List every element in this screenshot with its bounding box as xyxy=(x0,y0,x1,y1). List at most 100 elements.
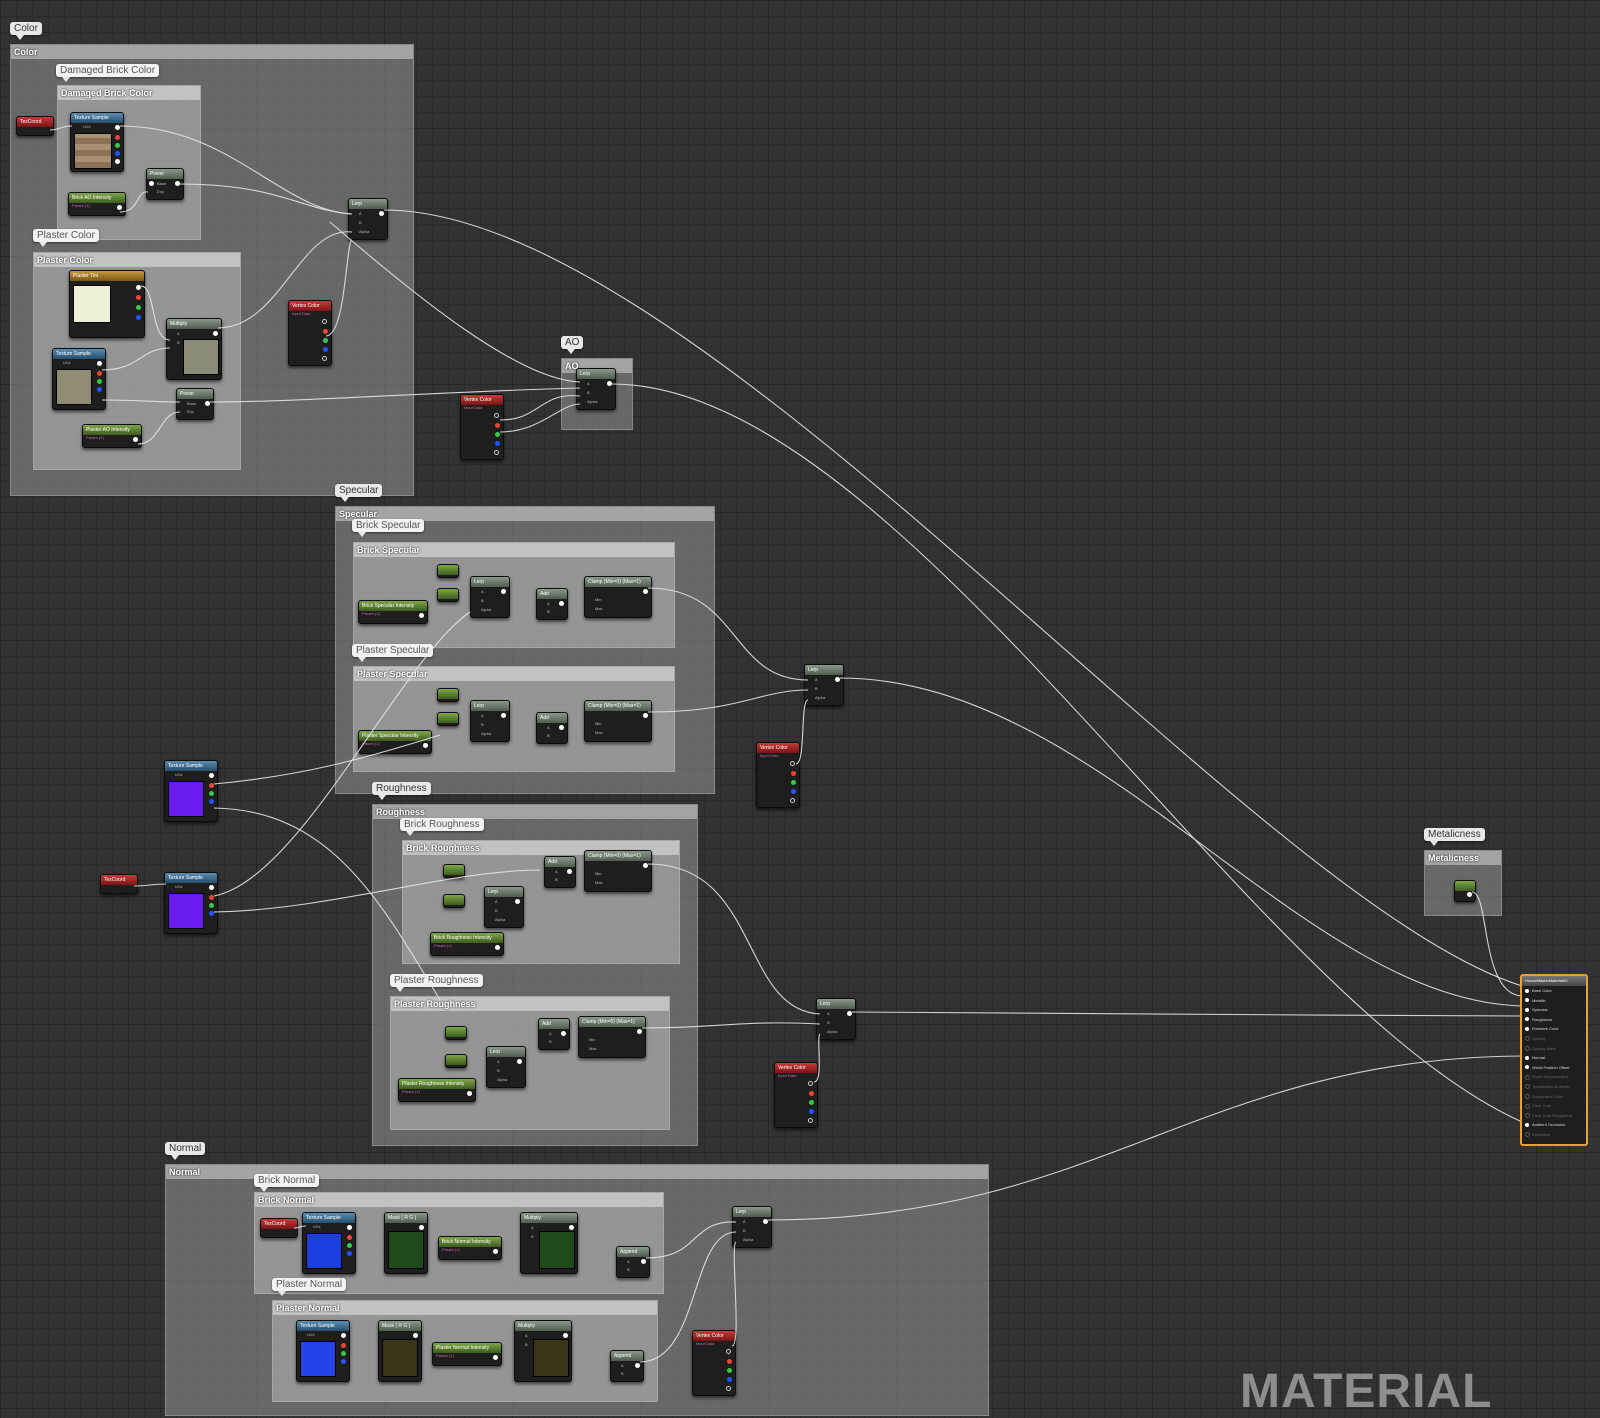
lerp-node-brick-roughness[interactable]: Lerp A B Alpha xyxy=(484,886,524,928)
output-pin-b[interactable] xyxy=(323,347,328,352)
output-pin[interactable] xyxy=(494,413,499,418)
plaster-specular-intensity-param[interactable]: Plaster Specular Intensity Param (1) xyxy=(358,730,432,754)
output-pin-b[interactable] xyxy=(347,1251,352,1256)
output-pin[interactable] xyxy=(517,1059,522,1064)
output-pin-a[interactable] xyxy=(790,798,795,803)
output-pin-g[interactable] xyxy=(115,143,120,148)
clamp-node-brick-roughness[interactable]: Clamp (Min=0) (Max=1) Min Max xyxy=(584,850,652,892)
output-pin-r[interactable] xyxy=(791,771,796,776)
lerp-node-plaster-specular[interactable]: Lerp A B Alpha xyxy=(470,700,510,742)
output-pin[interactable] xyxy=(341,1333,346,1338)
output-pin-b[interactable] xyxy=(115,151,120,156)
output-pin[interactable] xyxy=(569,1225,574,1230)
output-pin[interactable] xyxy=(495,945,500,950)
output-pin-b[interactable] xyxy=(495,441,500,446)
output-pin[interactable] xyxy=(643,589,648,594)
output-pin[interactable] xyxy=(205,401,210,406)
output-pin-refraction[interactable]: Refraction xyxy=(1522,1130,1586,1140)
output-pin[interactable] xyxy=(847,1011,852,1016)
output-pin[interactable] xyxy=(643,863,648,868)
output-pin[interactable] xyxy=(559,601,564,606)
material-graph-canvas[interactable]: Color Color Damaged Brick Color Damaged … xyxy=(0,0,1600,1418)
output-pin-opacity[interactable]: Opacity xyxy=(1522,1034,1586,1044)
texture-sample-node-brick-normal[interactable]: Texture Sample UVs xyxy=(302,1212,356,1274)
output-pin[interactable] xyxy=(501,589,506,594)
add-node-plaster-roughness[interactable]: Add A B xyxy=(538,1018,570,1050)
output-pin[interactable] xyxy=(561,1031,566,1036)
output-pin[interactable] xyxy=(379,211,384,216)
append-node-brick-normal[interactable]: Append A B xyxy=(616,1246,650,1278)
texcoord-node[interactable]: TexCoord xyxy=(16,116,54,136)
plaster-normal-intensity-param[interactable]: Plaster Normal Intensity Param (1) xyxy=(432,1342,502,1366)
output-pin-g[interactable] xyxy=(323,338,328,343)
output-pin-a[interactable] xyxy=(808,1118,813,1123)
vertex-color-node-ao[interactable]: Vertex Color Input Data xyxy=(460,394,504,460)
output-pin-a[interactable] xyxy=(115,159,120,164)
output-pin[interactable] xyxy=(423,743,428,748)
output-pin[interactable] xyxy=(97,361,102,366)
lerp-node-color[interactable]: Lerp A B Alpha xyxy=(348,198,388,240)
add-node-plaster-specular[interactable]: Add A B xyxy=(536,712,568,744)
output-pin[interactable] xyxy=(175,181,180,186)
output-pin-clear-coat[interactable]: Clear Coat xyxy=(1522,1101,1586,1111)
texcoord-node-normal[interactable]: TexCoord xyxy=(260,1218,298,1238)
output-pin[interactable] xyxy=(117,205,122,210)
mask-node-plaster-normal[interactable]: Mask ( R G ) xyxy=(378,1320,422,1382)
output-pin-r[interactable] xyxy=(209,783,214,788)
output-pin-g[interactable] xyxy=(495,432,500,437)
output-pin-subsurface-color[interactable]: Subsurface Color xyxy=(1522,1092,1586,1102)
output-pin-g[interactable] xyxy=(791,780,796,785)
constant-node[interactable] xyxy=(445,1026,467,1040)
output-pin-g[interactable] xyxy=(209,903,214,908)
texture-sample-node-mask-2[interactable]: Texture Sample UVs xyxy=(164,872,218,934)
output-pin[interactable] xyxy=(419,613,424,618)
constant-node[interactable] xyxy=(437,588,459,602)
output-pin[interactable] xyxy=(467,1091,472,1096)
texcoord-node-mask[interactable]: TexCoord xyxy=(100,874,138,894)
output-pin-specular[interactable]: Specular xyxy=(1522,1005,1586,1015)
brick-ao-intensity-param[interactable]: Brick AO Intensity Param (1) xyxy=(68,192,126,216)
output-pin[interactable] xyxy=(559,725,564,730)
output-pin-r[interactable] xyxy=(209,895,214,900)
output-pin-normal[interactable]: Normal xyxy=(1522,1053,1586,1063)
power-node-plaster[interactable]: Power Base Exp xyxy=(176,388,214,420)
output-pin[interactable] xyxy=(413,1333,418,1338)
lerp-node-plaster-roughness[interactable]: Lerp A B Alpha xyxy=(486,1046,526,1088)
output-pin[interactable] xyxy=(493,1249,498,1254)
clamp-node-plaster-roughness[interactable]: Clamp (Min=0) (Max=1) Min Max xyxy=(578,1016,646,1058)
output-pin-r[interactable] xyxy=(809,1091,814,1096)
output-pin-a[interactable] xyxy=(494,450,499,455)
output-pin[interactable] xyxy=(322,319,327,324)
output-pin-a[interactable] xyxy=(322,356,327,361)
output-pin[interactable] xyxy=(607,381,612,386)
output-pin-r[interactable] xyxy=(136,295,141,300)
output-pin-b[interactable] xyxy=(341,1359,346,1364)
output-pin[interactable] xyxy=(493,1355,498,1360)
output-pin-emissive-color[interactable]: Emissive Color xyxy=(1522,1024,1586,1034)
output-pin[interactable] xyxy=(501,713,506,718)
output-pin-b[interactable] xyxy=(97,387,102,392)
output-pin-clear-coat-roughness[interactable]: Clear Coat Roughness xyxy=(1522,1111,1586,1121)
material-output-node[interactable]: HouseMasterMaterial00 Base Color Metallic… xyxy=(1520,974,1588,1146)
vertex-color-node-normal[interactable]: Vertex Color Input Data xyxy=(692,1330,736,1396)
output-pin-g[interactable] xyxy=(209,791,214,796)
constant-node[interactable] xyxy=(443,864,465,878)
output-pin[interactable] xyxy=(419,1225,424,1230)
output-pin-g[interactable] xyxy=(341,1351,346,1356)
lerp-node-specular[interactable]: Lerp A B Alpha xyxy=(804,664,844,706)
output-pin[interactable] xyxy=(726,1349,731,1354)
constant-node[interactable] xyxy=(443,894,465,908)
input-pin[interactable] xyxy=(149,181,154,186)
add-node-brick-roughness[interactable]: Add A B xyxy=(544,856,576,888)
multiply-node-brick-normal[interactable]: Multiply A B xyxy=(520,1212,578,1274)
output-pin-g[interactable] xyxy=(347,1243,352,1248)
output-pin[interactable] xyxy=(567,869,572,874)
output-pin[interactable] xyxy=(136,285,141,290)
output-pin[interactable] xyxy=(515,899,520,904)
output-pin-base-color[interactable]: Base Color xyxy=(1522,986,1586,996)
vertex-color-node-color[interactable]: Vertex Color Input Data xyxy=(288,300,332,366)
output-pin-b[interactable] xyxy=(209,911,214,916)
output-pin-r[interactable] xyxy=(115,135,120,140)
output-pin[interactable] xyxy=(643,713,648,718)
output-pin-r[interactable] xyxy=(341,1343,346,1348)
